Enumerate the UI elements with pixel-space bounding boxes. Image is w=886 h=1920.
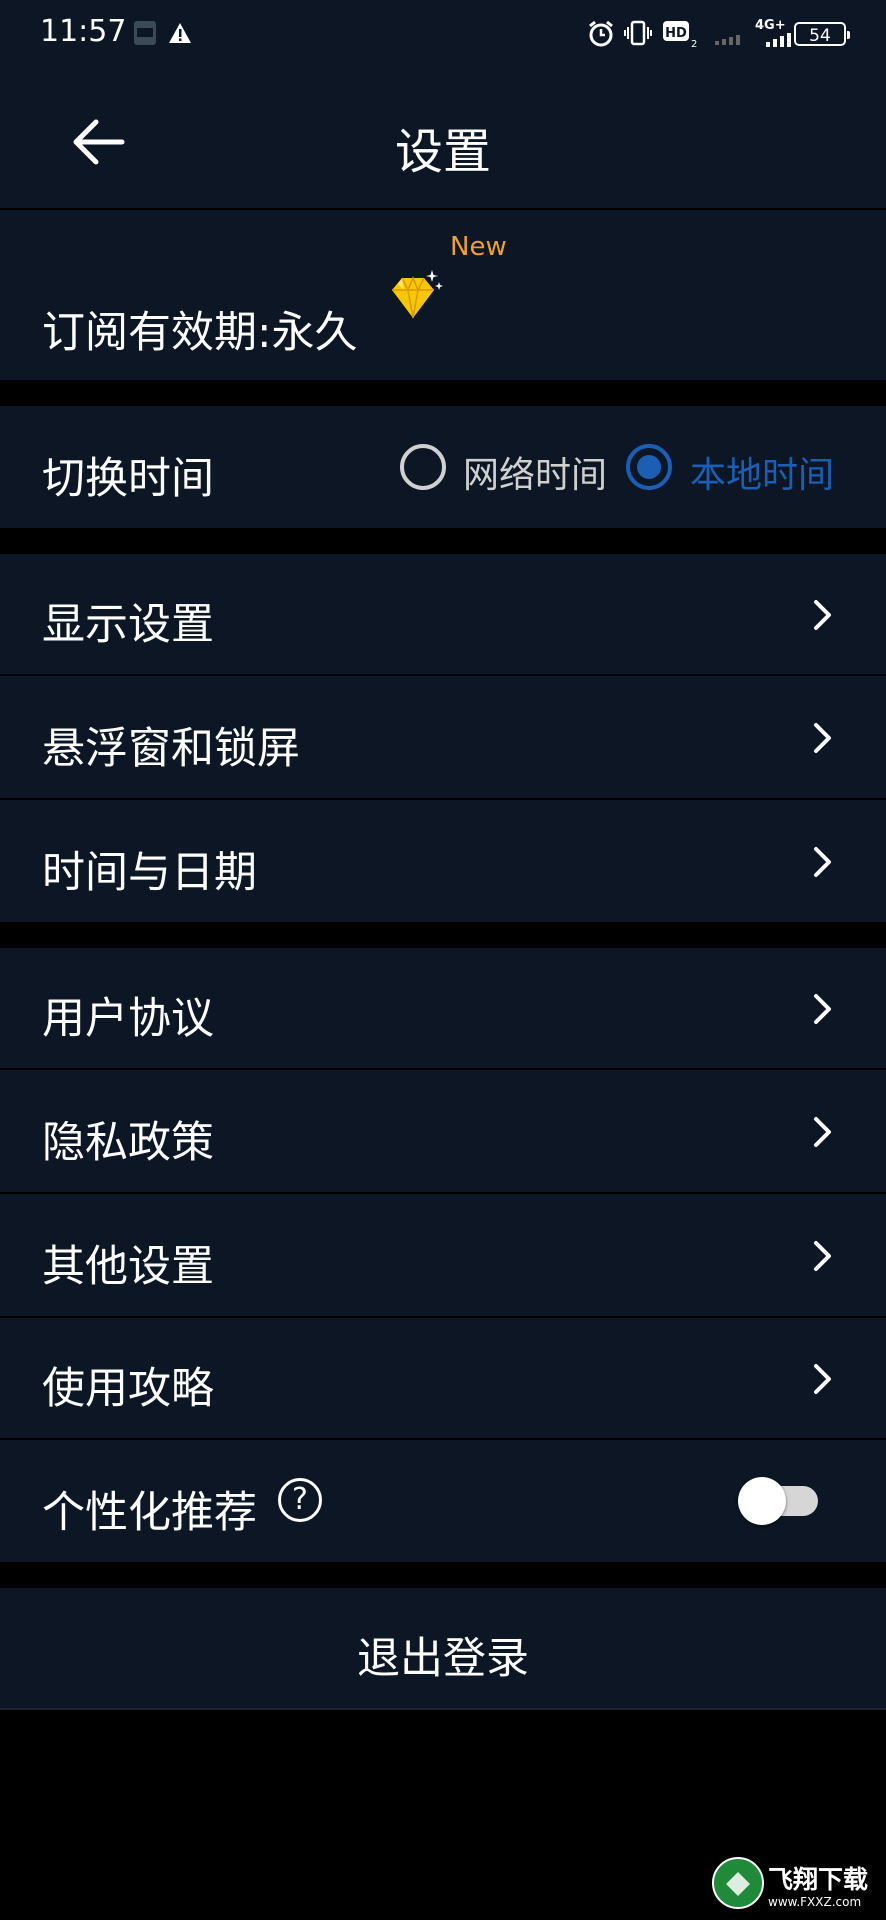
help-icon[interactable]: ? (278, 1478, 322, 1522)
watermark-logo: 飞翔下载 www.FXXZ.com (710, 1854, 876, 1912)
subscription-label: 订阅有效期:永久 (42, 308, 358, 358)
personalized-recommend-label: 个性化推荐 (42, 1488, 257, 1538)
svg-text:HD: HD (665, 26, 687, 41)
signal-4g-icon: 4G+ (754, 16, 796, 54)
screen-recorder-icon (133, 20, 157, 50)
menu-item-label: 时间与日期 (42, 848, 257, 898)
time-switch-row: 切换时间 网络时间 本地时间 (0, 406, 886, 528)
chevron-right-icon (814, 723, 831, 753)
divider (0, 1708, 886, 1710)
radio-local-time-label[interactable]: 本地时间 (690, 446, 834, 498)
radio-network-time-label[interactable]: 网络时间 (463, 446, 607, 498)
logout-label: 退出登录 (357, 1634, 529, 1684)
time-switch-label: 切换时间 (42, 454, 214, 504)
radio-dot (637, 455, 661, 479)
diamond-icon (384, 268, 444, 332)
menu-item-label: 用户协议 (42, 994, 214, 1044)
menu-item-time-date[interactable]: 时间与日期 (0, 800, 886, 922)
radio-local-time[interactable] (626, 444, 672, 490)
menu-item-usage-guide[interactable]: 使用攻略 (0, 1318, 886, 1438)
status-time: 11:57 (40, 14, 127, 49)
warning-icon (168, 22, 192, 48)
menu-item-user-agreement[interactable]: 用户协议 (0, 948, 886, 1068)
page-title: 设置 (394, 124, 491, 180)
alarm-icon (588, 20, 614, 52)
chevron-right-icon (814, 1364, 831, 1394)
menu-item-display-settings[interactable]: 显示设置 (0, 554, 886, 674)
vibrate-icon (624, 20, 652, 50)
menu-item-label: 隐私政策 (42, 1118, 214, 1168)
menu-item-floating-lockscreen[interactable]: 悬浮窗和锁屏 (0, 676, 886, 798)
menu-item-label: 使用攻略 (42, 1364, 214, 1414)
new-badge: New (450, 232, 507, 262)
battery-level: 54 (809, 26, 831, 46)
menu-item-label: 其他设置 (42, 1242, 214, 1292)
hd-icon: HD 2 (662, 20, 698, 52)
chevron-right-icon (814, 847, 831, 877)
battery-icon: 54 (794, 22, 850, 46)
menu-item-privacy-policy[interactable]: 隐私政策 (0, 1070, 886, 1192)
menu-item-other-settings[interactable]: 其他设置 (0, 1194, 886, 1316)
svg-text:4G+: 4G+ (755, 18, 786, 33)
chevron-right-icon (814, 994, 831, 1024)
chevron-right-icon (814, 1117, 831, 1147)
status-bar: 11:57 HD 2 4G+ 54 (0, 0, 886, 70)
chevron-right-icon (814, 1241, 831, 1271)
subscription-row[interactable]: 订阅有效期:永久 New (0, 210, 886, 380)
watermark-brand: 飞翔下载 (768, 1865, 868, 1894)
toggle-knob[interactable] (738, 1477, 786, 1525)
svg-text:2: 2 (691, 39, 697, 48)
radio-network-time[interactable] (400, 444, 446, 490)
menu-item-label: 悬浮窗和锁屏 (42, 724, 300, 774)
logout-button[interactable]: 退出登录 (0, 1588, 886, 1708)
chevron-right-icon (814, 600, 831, 630)
menu-item-label: 显示设置 (42, 600, 214, 650)
watermark-url: www.FXXZ.com (768, 1895, 861, 1909)
personalized-recommend-row: 个性化推荐 ? (0, 1440, 886, 1562)
app-header: 设置 (0, 70, 886, 208)
signal-weak-icon (714, 30, 744, 50)
